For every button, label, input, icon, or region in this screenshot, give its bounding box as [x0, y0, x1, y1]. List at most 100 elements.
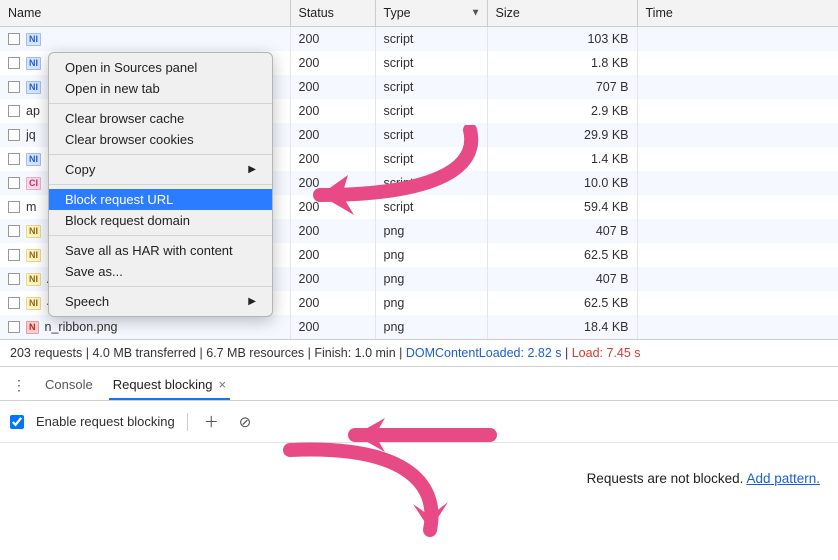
cell-status: 200 — [290, 51, 375, 75]
submenu-arrow-icon: ▶ — [248, 296, 256, 307]
table-row[interactable]: Nn_ribbon.png200png18.4 KB — [0, 315, 838, 339]
tab-console[interactable]: Console — [41, 371, 97, 400]
cell-time — [637, 27, 838, 52]
initiator-badge: NI — [26, 33, 41, 46]
cell-size: 1.8 KB — [487, 51, 637, 75]
cell-status: 200 — [290, 291, 375, 315]
tab-request-blocking[interactable]: Request blocking × — [109, 371, 230, 400]
menu-open-new-tab[interactable]: Open in new tab — [49, 78, 272, 99]
menu-save-as[interactable]: Save as... — [49, 261, 272, 282]
add-pattern-icon[interactable]: ＋ — [200, 409, 223, 434]
cell-type: png — [375, 219, 487, 243]
column-status[interactable]: Status — [290, 0, 375, 27]
cell-type: script — [375, 195, 487, 219]
cell-time — [637, 315, 838, 339]
row-checkbox[interactable] — [8, 57, 20, 69]
cell-size: 707 B — [487, 75, 637, 99]
row-checkbox[interactable] — [8, 321, 20, 333]
cell-status: 200 — [290, 243, 375, 267]
cell-time — [637, 123, 838, 147]
drawer-menu-icon[interactable]: ⋮ — [10, 373, 29, 398]
cell-size: 59.4 KB — [487, 195, 637, 219]
status-transferred: 4.0 MB transferred — [92, 346, 196, 360]
menu-save-har[interactable]: Save all as HAR with content — [49, 240, 272, 261]
row-checkbox[interactable] — [8, 201, 20, 213]
menu-separator — [49, 235, 272, 236]
cell-type: script — [375, 99, 487, 123]
column-name[interactable]: Name — [0, 0, 290, 27]
menu-copy[interactable]: Copy▶ — [49, 159, 272, 180]
row-checkbox[interactable] — [8, 153, 20, 165]
blocking-toolbar: Enable request blocking ＋ ⊘ — [0, 401, 838, 443]
enable-blocking-checkbox[interactable] — [10, 415, 24, 429]
row-checkbox[interactable] — [8, 225, 20, 237]
clear-patterns-icon[interactable]: ⊘ — [235, 411, 256, 433]
status-requests: 203 requests — [10, 346, 82, 360]
menu-clear-cache[interactable]: Clear browser cache — [49, 108, 272, 129]
file-name: ap — [26, 104, 40, 118]
initiator-badge: NI — [26, 225, 41, 238]
cell-status: 200 — [290, 171, 375, 195]
menu-block-request-domain[interactable]: Block request domain — [49, 210, 272, 231]
cell-time — [637, 219, 838, 243]
cell-status: 200 — [290, 315, 375, 339]
cell-size: 10.0 KB — [487, 171, 637, 195]
cell-size: 29.9 KB — [487, 123, 637, 147]
table-row[interactable]: NI200script103 KB — [0, 27, 838, 52]
cell-size: 407 B — [487, 267, 637, 291]
enable-blocking-label: Enable request blocking — [36, 414, 175, 429]
status-domcontentloaded: DOMContentLoaded: 2.82 s — [406, 346, 562, 360]
cell-status: 200 — [290, 99, 375, 123]
cell-size: 2.9 KB — [487, 99, 637, 123]
status-bar: 203 requests | 4.0 MB transferred | 6.7 … — [0, 340, 838, 367]
cell-status: 200 — [290, 27, 375, 52]
row-checkbox[interactable] — [8, 33, 20, 45]
row-checkbox[interactable] — [8, 129, 20, 141]
cell-status: 200 — [290, 147, 375, 171]
cell-type: png — [375, 267, 487, 291]
column-type[interactable]: Type▼ — [375, 0, 487, 27]
menu-block-request-url[interactable]: Block request URL — [49, 189, 272, 210]
cell-time — [637, 171, 838, 195]
row-checkbox[interactable] — [8, 81, 20, 93]
row-checkbox[interactable] — [8, 249, 20, 261]
add-pattern-link[interactable]: Add pattern. — [746, 471, 820, 486]
menu-open-sources[interactable]: Open in Sources panel — [49, 57, 272, 78]
file-name: jq — [26, 128, 36, 142]
menu-clear-cookies[interactable]: Clear browser cookies — [49, 129, 272, 150]
cell-type: script — [375, 51, 487, 75]
toolbar-separator — [187, 413, 188, 431]
menu-separator — [49, 154, 272, 155]
cell-status: 200 — [290, 75, 375, 99]
cell-type: script — [375, 147, 487, 171]
row-checkbox[interactable] — [8, 297, 20, 309]
row-checkbox[interactable] — [8, 105, 20, 117]
initiator-badge: NI — [26, 249, 41, 262]
menu-speech[interactable]: Speech▶ — [49, 291, 272, 312]
cell-time — [637, 291, 838, 315]
initiator-badge: CI — [26, 177, 41, 190]
cell-type: png — [375, 243, 487, 267]
table-header-row: Name Status Type▼ Size Time — [0, 0, 838, 27]
row-checkbox[interactable] — [8, 177, 20, 189]
cell-type: png — [375, 291, 487, 315]
cell-size: 18.4 KB — [487, 315, 637, 339]
status-load: Load: 7.45 s — [572, 346, 641, 360]
initiator-badge: N — [26, 321, 39, 334]
context-menu: Open in Sources panel Open in new tab Cl… — [48, 52, 273, 317]
row-checkbox[interactable] — [8, 273, 20, 285]
cell-status: 200 — [290, 219, 375, 243]
close-icon[interactable]: × — [218, 377, 226, 392]
initiator-badge: NI — [26, 273, 41, 286]
initiator-badge: NI — [26, 153, 41, 166]
initiator-badge: NI — [26, 57, 41, 70]
cell-time — [637, 195, 838, 219]
cell-status: 200 — [290, 267, 375, 291]
cell-type: png — [375, 315, 487, 339]
menu-separator — [49, 184, 272, 185]
column-size[interactable]: Size — [487, 0, 637, 27]
cell-size: 103 KB — [487, 27, 637, 52]
submenu-arrow-icon: ▶ — [248, 164, 256, 175]
blocking-empty-state: Requests are not blocked. Add pattern. — [0, 443, 838, 486]
column-time[interactable]: Time — [637, 0, 838, 27]
